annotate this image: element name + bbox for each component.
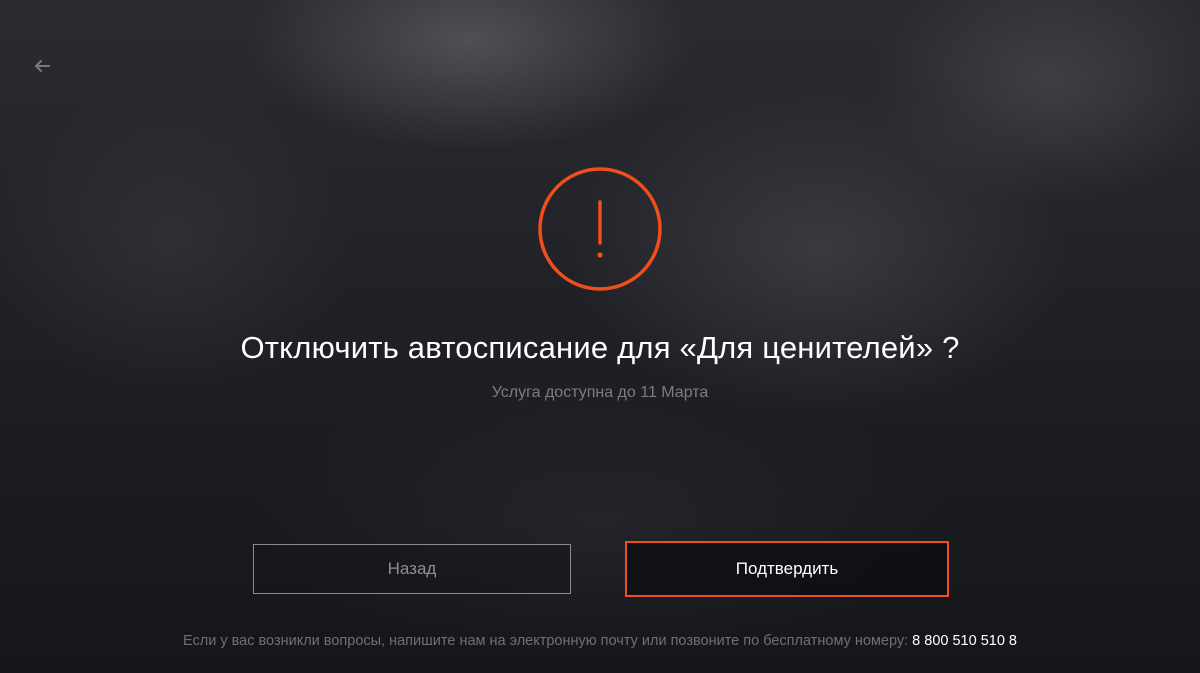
confirm-button[interactable]: Подтвердить — [625, 541, 949, 597]
dialog-title: Отключить автосписание для «Для ценителе… — [240, 330, 960, 365]
exclamation-circle-icon — [537, 166, 663, 292]
support-phone: 8 800 510 510 8 — [912, 633, 1017, 649]
arrow-left-icon[interactable] — [30, 54, 54, 78]
footer-help: Если у вас возникли вопросы, напишите на… — [0, 633, 1200, 649]
dialog-subtitle: Услуга доступна до 11 Марта — [491, 384, 709, 401]
footer-help-text: Если у вас возникли вопросы, напишите на… — [183, 633, 909, 649]
back-button[interactable]: Назад — [253, 544, 571, 594]
